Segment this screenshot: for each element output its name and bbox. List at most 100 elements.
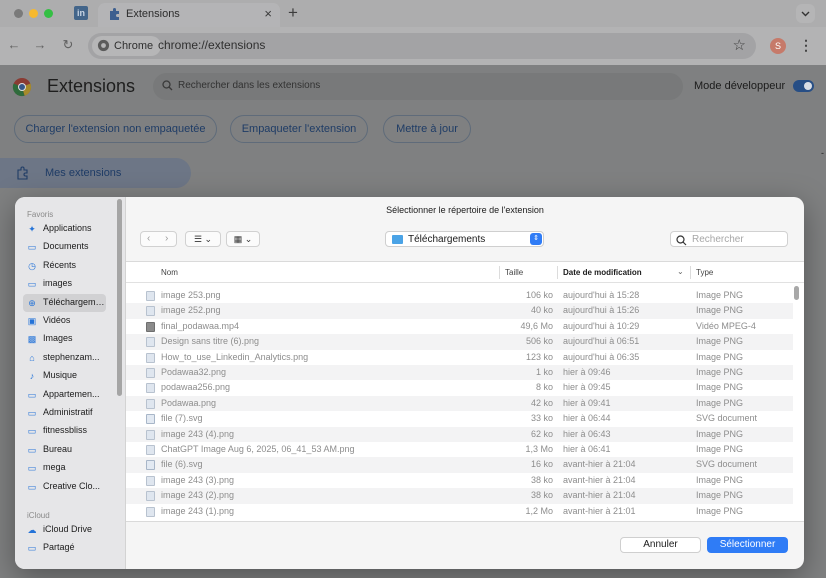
list-view-button[interactable]: ☰ ⌄ — [185, 231, 221, 247]
window-minimize-button[interactable] — [29, 9, 38, 18]
file-row[interactable]: ChatGPT Image Aug 6, 2025, 06_41_53 AM.p… — [126, 442, 793, 457]
forward-arrow-icon[interactable]: → — [31, 36, 49, 54]
sidebar-item[interactable]: ▭ Partagé — [23, 539, 106, 557]
file-row[interactable]: file (7).svg 33 ko hier à 06:44 SVG documen… — [126, 411, 793, 426]
tab-extensions[interactable]: Extensions × — [98, 3, 280, 27]
file-row[interactable]: file (6).svg 16 ko avant-hier à 21:04 SVG d… — [126, 457, 793, 473]
cloud-icon: ☁ — [27, 525, 37, 535]
folder-picker-dialog: Favoris ✦ Applications ▭ Documents ◷ Récents ▭… — [15, 197, 804, 569]
sidebar-item[interactable]: ♪ Musique — [23, 367, 106, 385]
column-header: Nom Taille Date de modification ⌄ Type — [126, 262, 804, 283]
sidebar-item-label: Images — [43, 333, 73, 344]
file-row[interactable]: Podawaa32.png 1 ko hier à 09:46 Image PNG — [126, 365, 793, 381]
file-row[interactable]: image 243 (2).png 38 ko avant-hier à 21:04… — [126, 488, 793, 504]
file-row[interactable]: final_podawaa.mp4 49,6 Mo aujourd'hui à 10… — [126, 319, 793, 334]
back-arrow-icon[interactable]: ← — [5, 36, 23, 54]
site-chip[interactable]: Chrome — [92, 36, 162, 56]
dev-mode-toggle[interactable] — [793, 80, 814, 92]
file-row[interactable]: image 252.png 40 ko aujourd'hui à 15:26 Ima… — [126, 303, 793, 319]
download-icon: ⊕ — [28, 297, 36, 308]
file-date: hier à 06:44 — [563, 413, 611, 424]
file-size: 33 ko — [530, 413, 553, 424]
address-bar[interactable]: Chrome chrome://extensions ☆ — [88, 33, 756, 59]
file-row[interactable]: Podawaa.png 42 ko hier à 09:41 Image PNG — [126, 395, 793, 412]
photo-icon: ▩ — [27, 334, 37, 345]
update-button[interactable]: Mettre à jour — [383, 115, 471, 143]
file-list-scrollbar[interactable] — [794, 286, 799, 300]
file-size: 38 ko — [530, 490, 553, 501]
new-tab-button[interactable]: + — [288, 3, 298, 23]
pinned-tab-linkedin-icon[interactable]: in — [74, 6, 88, 20]
reload-icon[interactable]: ↻ — [59, 36, 77, 54]
file-kind: Image PNG — [696, 428, 744, 439]
chevron-left-icon[interactable]: ‹ — [147, 233, 150, 244]
column-size[interactable]: Taille — [505, 268, 523, 277]
tab-search-button[interactable] — [796, 4, 815, 23]
file-row[interactable]: image 243 (4).png 62 ko hier à 06:43 Image … — [126, 426, 793, 442]
file-kind: Image PNG — [696, 305, 744, 316]
sidebar-item-label: Documents — [43, 241, 89, 252]
file-search[interactable]: Rechercher — [670, 231, 788, 247]
sidebar-item[interactable]: ✦ Applications — [23, 220, 106, 238]
favorites-header: Favoris — [27, 210, 54, 219]
image-file-icon — [146, 291, 155, 301]
sidebar-scrollbar[interactable] — [117, 199, 122, 396]
load-unpacked-button[interactable]: Charger l'extension non empaquetée — [14, 115, 217, 143]
profile-avatar[interactable]: S — [770, 38, 786, 54]
video-file-icon — [146, 321, 155, 332]
file-name: How_to_use_Linkedin_Analytics.png — [161, 351, 309, 362]
sidebar-item[interactable]: ⊕ Téléchargements — [23, 293, 106, 312]
url-text[interactable]: chrome://extensions — [158, 38, 265, 52]
sidebar-item[interactable]: ▭ fitnessbliss — [23, 422, 106, 440]
chevron-right-icon[interactable]: › — [165, 233, 168, 244]
file-row[interactable]: podawaa256.png 8 ko hier à 09:45 Image PNG — [126, 380, 793, 395]
file-row[interactable]: image 253.png 106 ko aujourd'hui à 15:28 Im… — [126, 288, 793, 303]
pack-extension-button[interactable]: Empaqueter l'extension — [230, 115, 368, 143]
location-popup[interactable]: Téléchargements ⇕ — [385, 231, 544, 247]
extensions-search[interactable]: Rechercher dans les extensions — [153, 73, 683, 100]
sidebar-item[interactable]: ◷ Récents — [23, 257, 106, 275]
home-icon: ⌂ — [29, 352, 35, 363]
window-close-button[interactable] — [14, 9, 23, 18]
column-name[interactable]: Nom — [161, 268, 178, 277]
file-name: Podawaa32.png — [161, 367, 227, 377]
cancel-button[interactable]: Annuler — [620, 537, 701, 553]
sidebar-item[interactable]: ☁ iCloud Drive — [23, 521, 106, 539]
bookmark-star-icon[interactable]: ☆ — [733, 36, 746, 54]
column-kind[interactable]: Type — [696, 268, 713, 277]
select-button[interactable]: Sélectionner — [707, 537, 788, 553]
sidebar-item[interactable]: ▩ Images — [23, 330, 106, 348]
sidebar-item[interactable]: ▭ mega — [23, 459, 106, 477]
back-forward-control[interactable]: ‹ › — [140, 231, 177, 247]
chevron-updown-icon[interactable]: ⇕ — [530, 233, 542, 245]
svg-file-icon — [146, 460, 155, 471]
sidebar-item[interactable]: ▭ Documents — [23, 238, 106, 256]
sidebar-item[interactable]: ⌂ stephenzam... — [23, 349, 106, 367]
file-kind: Image PNG — [696, 290, 744, 300]
sidebar-item[interactable]: ▭ Bureau — [23, 441, 106, 459]
file-row[interactable]: Design sans titre (6).png 506 ko aujourd'h… — [126, 334, 793, 350]
window-maximize-button[interactable] — [44, 9, 53, 18]
sidebar-item[interactable]: ▭ Creative Clo... — [23, 478, 106, 496]
shared-folder-icon: ▭ — [27, 543, 37, 554]
file-size: 123 ko — [525, 351, 553, 362]
file-row[interactable]: image 243 (3).png 38 ko avant-hier à 21:04… — [126, 473, 793, 488]
file-size: 1,3 Mo — [525, 444, 553, 454]
grid-view-button[interactable]: ▦ ⌄ — [226, 231, 260, 247]
file-row[interactable]: image 243 (1).png 1,2 Mo avant-hier à 21:0… — [126, 504, 793, 519]
sidebar-item[interactable]: ▭ Administratif — [23, 404, 106, 422]
sidebar-item-my-extensions[interactable]: Mes extensions — [0, 158, 191, 188]
tab-close-icon[interactable]: × — [264, 6, 272, 21]
sidebar-item[interactable]: ▣ Vidéos — [23, 312, 106, 330]
file-size: 1 ko — [535, 367, 553, 377]
column-date[interactable]: Date de modification — [563, 268, 642, 277]
file-search-input[interactable]: Rechercher — [692, 234, 744, 245]
kebab-menu-icon[interactable]: ⋮ — [799, 37, 813, 54]
sidebar-item[interactable]: ▭ images — [23, 275, 106, 293]
sidebar-item[interactable]: ▭ Appartemen... — [23, 386, 106, 404]
sidebar-item-label: Bureau — [43, 443, 73, 454]
search-input[interactable]: Rechercher dans les extensions — [178, 80, 320, 91]
tab-bar: in Extensions × + — [0, 0, 826, 27]
sidebar-item-label: Partagé — [43, 542, 75, 553]
file-row[interactable]: How_to_use_Linkedin_Analytics.png 123 ko a… — [126, 350, 793, 365]
